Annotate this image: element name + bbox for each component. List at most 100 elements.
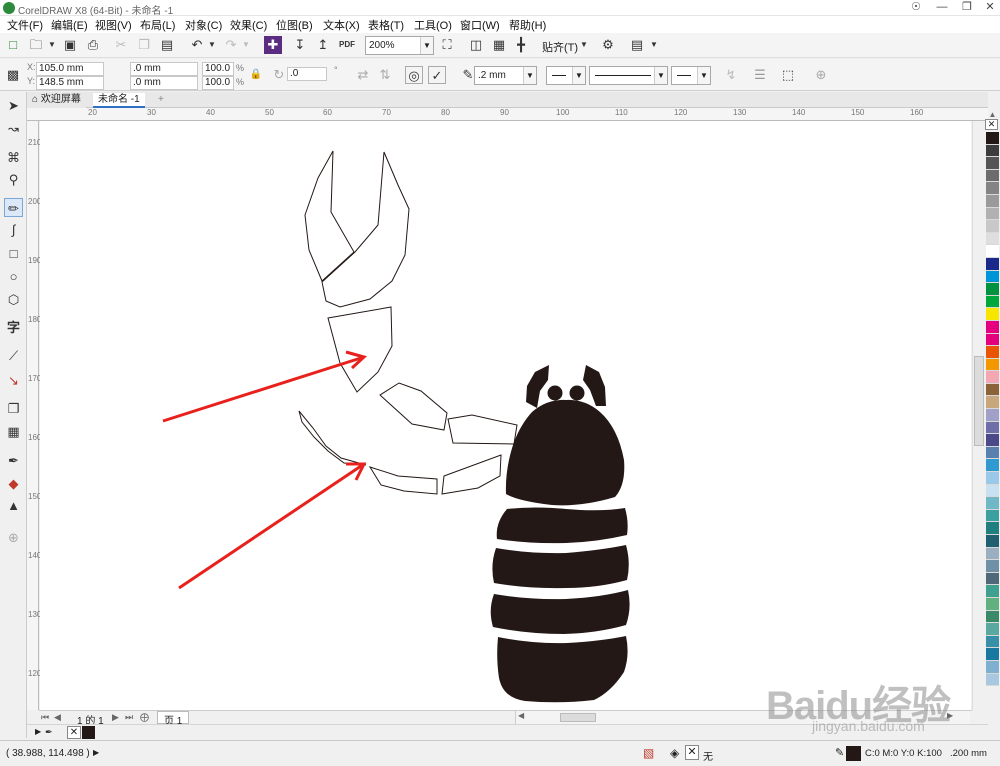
mirror-horizontal-icon[interactable]: ⇄: [354, 66, 372, 84]
rotation-icon[interactable]: ↻: [270, 66, 288, 84]
outline-pen-icon[interactable]: ✎: [835, 746, 844, 759]
palette-swatch[interactable]: [986, 535, 999, 548]
smart-fill-icon[interactable]: ▲: [4, 496, 23, 515]
user-icon[interactable]: ☉: [904, 0, 928, 16]
new-tab-button[interactable]: +: [153, 93, 169, 108]
tab-welcome[interactable]: ⌂ 欢迎屏幕: [27, 93, 86, 108]
palette-swatch[interactable]: [986, 270, 999, 284]
outline-color-swatch[interactable]: [846, 746, 861, 761]
palette-swatch[interactable]: [986, 182, 999, 195]
palette-swatch[interactable]: [986, 371, 999, 384]
palette-swatch[interactable]: [986, 434, 999, 447]
drop-shadow-icon[interactable]: ❐: [4, 399, 23, 418]
scale-x-field[interactable]: 100.0: [202, 62, 234, 76]
palette-menu-icon[interactable]: ▶: [35, 727, 41, 736]
palette-swatch[interactable]: [986, 320, 999, 334]
menu-help[interactable]: 帮助(H): [509, 17, 546, 33]
document-no-color-swatch[interactable]: ✕: [67, 726, 81, 739]
add-page-button[interactable]: ⨁: [140, 712, 149, 723]
connector-tool-icon[interactable]: ↘: [4, 371, 23, 390]
palette-swatch[interactable]: [986, 648, 999, 661]
palette-swatch[interactable]: [986, 283, 999, 296]
menu-layout[interactable]: 布局(L): [140, 17, 175, 33]
palette-swatch[interactable]: [986, 597, 999, 611]
palette-swatch[interactable]: [986, 446, 999, 460]
palette-swatch[interactable]: [986, 157, 999, 170]
pdf-icon[interactable]: PDF: [338, 36, 356, 54]
scale-y-field[interactable]: 100.0: [202, 76, 234, 90]
grid-icon[interactable]: ▦: [490, 36, 508, 54]
parallel-dimension-icon[interactable]: ⟋: [4, 346, 23, 365]
palette-swatch[interactable]: [986, 194, 999, 208]
palette-swatch[interactable]: [986, 169, 999, 183]
tab-document[interactable]: 未命名 -1: [93, 93, 145, 108]
palette-swatch[interactable]: [986, 346, 999, 359]
palette-swatch[interactable]: [986, 509, 999, 523]
menu-edit[interactable]: 编辑(E): [51, 17, 88, 33]
hscroll-thumb[interactable]: [560, 713, 596, 722]
new-document-icon[interactable]: □: [4, 36, 22, 54]
close-curve-icon[interactable]: ↯: [722, 66, 740, 84]
vertical-scrollbar[interactable]: [972, 121, 985, 710]
palette-swatch[interactable]: [986, 660, 999, 674]
lock-ratio-icon[interactable]: 🔒: [247, 66, 265, 84]
shape-tool-icon[interactable]: ↝: [4, 119, 23, 138]
menu-bitmaps[interactable]: 位图(B): [276, 17, 313, 33]
first-page-button[interactable]: ⏮: [41, 712, 49, 723]
palette-swatch[interactable]: [986, 257, 999, 271]
rotation-field[interactable]: .0: [287, 67, 327, 81]
eyedropper-mini-icon[interactable]: ✒: [45, 727, 53, 738]
scroll-left-icon[interactable]: ◀: [518, 711, 524, 720]
palette-swatch[interactable]: [986, 610, 999, 624]
close-button[interactable]: ✕: [978, 0, 1000, 16]
last-page-button[interactable]: ⏭: [125, 712, 133, 723]
menu-object[interactable]: 对象(C): [185, 17, 222, 33]
palette-swatch[interactable]: [986, 132, 999, 145]
artistic-media-icon[interactable]: ∫: [4, 220, 23, 239]
object-position-icon[interactable]: ▩: [4, 66, 22, 84]
launcher-dropdown-icon[interactable]: ▼: [645, 36, 663, 54]
menu-file[interactable]: 文件(F): [7, 17, 43, 33]
drawing-canvas[interactable]: [40, 121, 971, 710]
palette-swatch[interactable]: [986, 673, 999, 687]
palette-scroll-up-icon[interactable]: ▲: [985, 110, 1000, 119]
palette-swatch[interactable]: [986, 522, 999, 535]
line-style-combo[interactable]: ▼: [589, 66, 668, 85]
pick-tool-icon[interactable]: ➤: [4, 96, 23, 115]
wrap-text-icon[interactable]: ☰: [751, 66, 769, 84]
color-profile-icon[interactable]: ▧: [643, 746, 654, 760]
undo-dropdown-icon[interactable]: ▼: [203, 36, 221, 54]
palette-swatch[interactable]: [986, 333, 999, 347]
palette-swatch[interactable]: [986, 396, 999, 410]
interactive-fill-icon[interactable]: ◆: [4, 474, 23, 493]
export-icon[interactable]: ↥: [314, 36, 332, 54]
y-position-field[interactable]: 148.5 mm: [36, 76, 104, 90]
palette-swatch[interactable]: [986, 220, 999, 233]
page-tab-1[interactable]: 页 1: [157, 711, 190, 727]
menu-text[interactable]: 文本(X): [323, 17, 360, 33]
node-select-icon[interactable]: ◎: [405, 66, 423, 84]
pen-tool-icon[interactable]: ✏: [4, 198, 23, 217]
palette-swatch[interactable]: [986, 409, 999, 422]
rulers-icon[interactable]: ◫: [467, 36, 485, 54]
menu-tools[interactable]: 工具(O): [414, 17, 452, 33]
next-page-button[interactable]: ▶: [112, 712, 119, 723]
add-toolbar-icon[interactable]: ⊕: [812, 66, 830, 84]
document-black-swatch[interactable]: [82, 726, 95, 739]
ellipse-tool-icon[interactable]: ○: [4, 267, 23, 286]
palette-swatch[interactable]: [986, 295, 999, 309]
height-field[interactable]: .0 mm: [130, 76, 198, 90]
zoom-tool-icon[interactable]: ⚲: [4, 170, 23, 189]
palette-swatch[interactable]: [986, 560, 999, 573]
palette-swatch[interactable]: [986, 421, 999, 435]
palette-swatch[interactable]: [986, 459, 999, 473]
outline-width-combo[interactable]: .2 mm ▼: [474, 66, 537, 85]
menu-window[interactable]: 窗口(W): [460, 17, 500, 33]
menu-table[interactable]: 表格(T): [368, 17, 404, 33]
text-tool-icon[interactable]: 字: [4, 318, 23, 337]
width-field[interactable]: .0 mm: [130, 62, 198, 76]
mirror-vertical-icon[interactable]: ⇅: [376, 66, 394, 84]
check-fit-icon[interactable]: ✓: [428, 66, 446, 84]
copy-icon[interactable]: ❐: [135, 36, 153, 54]
palette-swatch[interactable]: [986, 383, 999, 397]
